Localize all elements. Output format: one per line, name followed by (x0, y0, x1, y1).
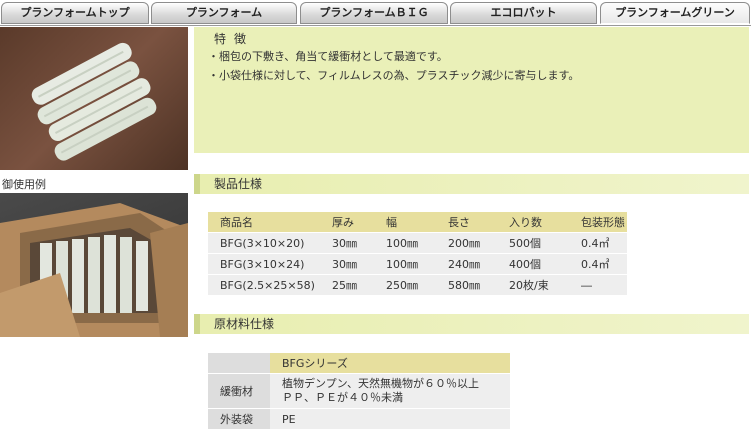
spec-cell: ― (569, 274, 627, 295)
tab-divider (0, 25, 751, 26)
spec-cell: 240㎜ (436, 253, 497, 275)
materials-value-line: 植物デンプン、天然無機物が６０％以上 (282, 377, 480, 390)
materials-series-header: BFGシリーズ (270, 352, 510, 374)
spec-section-title: 製品仕様 (194, 174, 749, 194)
materials-corner-cell (208, 352, 270, 374)
spec-cell: 100㎜ (374, 232, 436, 254)
product-photo (0, 27, 188, 170)
spec-header-cell: 包装形態 (569, 212, 627, 233)
usage-caption: 御使用例 (2, 178, 46, 191)
spec-cell: 30㎜ (320, 232, 374, 254)
spec-cell: 400個 (497, 253, 569, 275)
spec-cell: BFG(3×10×20) (208, 232, 320, 254)
table-row: BFG(3×10×24) 30㎜ 100㎜ 240㎜ 400個 0.4㎥ (208, 253, 627, 275)
tab-planfoam-green[interactable]: プランフォームグリーン (600, 2, 750, 24)
spec-cell: 250㎜ (374, 274, 436, 295)
spec-table: 商品名 厚み 幅 長さ 入り数 包装形態 BFG(3×10×20) 30㎜ 10… (208, 212, 627, 295)
tab-planfoam-big[interactable]: プランフォームＢＩＧ (300, 2, 448, 24)
spec-header-cell: 幅 (374, 212, 436, 233)
tab-planfoam[interactable]: プランフォーム (151, 2, 297, 24)
table-row: BFG(2.5×25×58) 25㎜ 250㎜ 580㎜ 20枚/束 ― (208, 274, 627, 295)
features-panel (194, 27, 749, 153)
spec-cell: 0.4㎥ (569, 253, 627, 275)
tab-planfoam-top[interactable]: プランフォームトップ (1, 2, 149, 24)
tab-ecolopat[interactable]: エコロパット (450, 2, 597, 24)
materials-section-title: 原材料仕様 (194, 314, 749, 334)
materials-label: 外装袋 (208, 408, 270, 429)
spec-header-row: 商品名 厚み 幅 長さ 入り数 包装形態 (208, 212, 627, 233)
spec-cell: BFG(2.5×25×58) (208, 274, 320, 295)
spec-cell: 200㎜ (436, 232, 497, 254)
spec-cell: BFG(3×10×24) (208, 253, 320, 275)
materials-table: BFGシリーズ 緩衝材 植物デンプン、天然無機物が６０％以上 ＰＰ、ＰＥが４０％… (208, 352, 510, 429)
spec-cell: 25㎜ (320, 274, 374, 295)
feature-bullet: ・梱包の下敷き、角当て緩衝材として最適です。 (208, 50, 448, 63)
table-row: 外装袋 PE (208, 408, 510, 429)
materials-header-row: BFGシリーズ (208, 352, 510, 374)
spec-cell: 580㎜ (436, 274, 497, 295)
materials-value-line: ＰＰ、ＰＥが４０％未満 (282, 391, 403, 404)
spec-header-cell: 長さ (436, 212, 497, 233)
spec-header-cell: 入り数 (497, 212, 569, 233)
features-title: 特徴 (214, 32, 255, 46)
spec-cell: 500個 (497, 232, 569, 254)
table-row: 緩衝材 植物デンプン、天然無機物が６０％以上 ＰＰ、ＰＥが４０％未満 (208, 373, 510, 409)
spec-cell: 100㎜ (374, 253, 436, 275)
tab-bar: プランフォームトップ プランフォーム プランフォームＢＩＧ エコロパット プラン… (0, 0, 751, 26)
spec-header-cell: 厚み (320, 212, 374, 233)
spec-cell: 20枚/束 (497, 274, 569, 295)
spec-header-cell: 商品名 (208, 212, 320, 233)
materials-value: PE (270, 408, 510, 429)
spec-cell: 30㎜ (320, 253, 374, 275)
spec-cell: 0.4㎥ (569, 232, 627, 254)
materials-value: 植物デンプン、天然無機物が６０％以上 ＰＰ、ＰＥが４０％未満 (270, 373, 510, 409)
feature-bullet: ・小袋仕様に対して、フィルムレスの為、プラスチック減少に寄与します。 (208, 69, 580, 82)
materials-label: 緩衝材 (208, 373, 270, 409)
usage-photo (0, 193, 188, 337)
table-row: BFG(3×10×20) 30㎜ 100㎜ 200㎜ 500個 0.4㎥ (208, 232, 627, 254)
